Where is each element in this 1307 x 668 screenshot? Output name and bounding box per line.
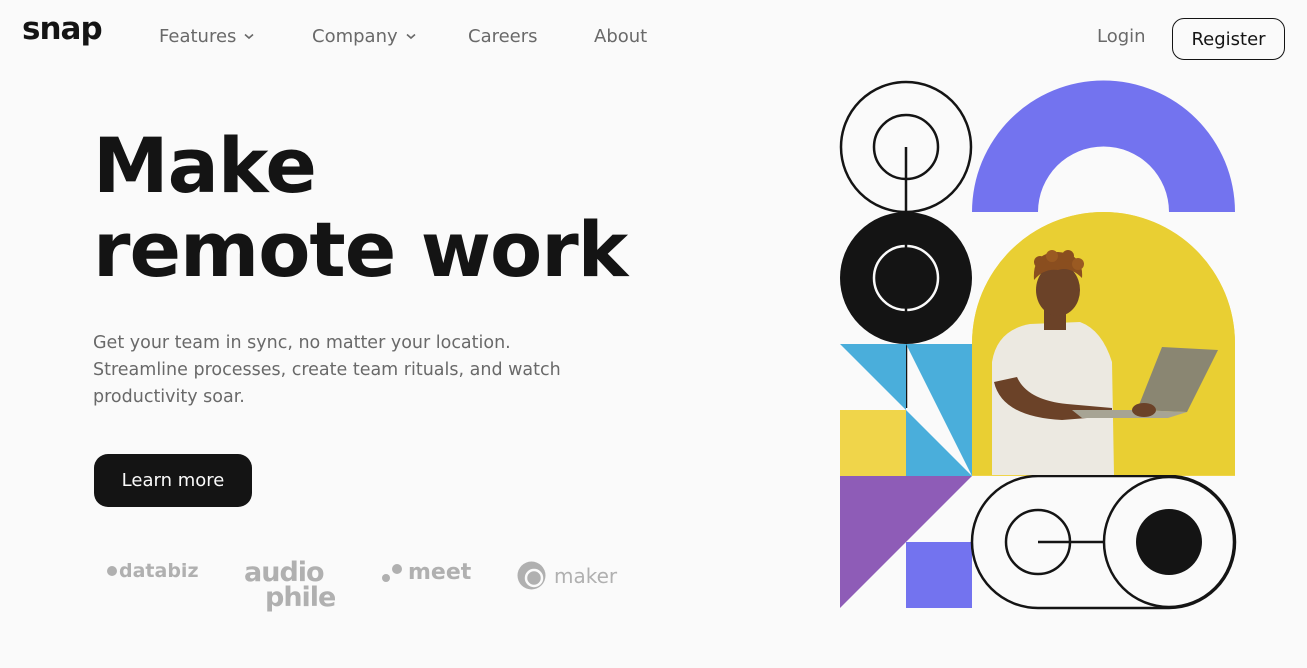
yellow-square-shape [840,410,906,476]
hair-lock [1072,258,1084,270]
nav-label-company: Company [312,26,398,47]
databiz-logo: databiz [107,560,199,582]
nav-label-features: Features [159,26,237,47]
audiophile-logo-text-bottom: phile [265,582,336,613]
register-button[interactable]: Register [1172,18,1285,60]
nav-item-company[interactable]: Company [312,26,416,47]
black-dot-shape [1136,509,1202,575]
hero-text-line2: Streamline processes, create team ritual… [93,360,561,380]
hair-lock [1034,256,1046,268]
indigo-square-shape [906,542,972,608]
audiophile-logo: audio phile [244,559,336,613]
chevron-down-icon [244,33,254,40]
blue-triangle-shape [840,344,906,410]
person-hand [1132,403,1156,417]
hero-description: Get your team in sync, no matter your lo… [93,330,593,411]
top-nav: snap Features Company Careers About Logi… [0,0,1307,76]
snap-logo[interactable]: snap [22,11,103,47]
maker-logo-text: maker [554,563,618,588]
nav-item-about[interactable]: About [594,26,647,47]
hair-lock [1062,250,1074,262]
hero-text-line3: productivity soar. [93,387,245,407]
login-link[interactable]: Login [1097,26,1146,47]
hero-text-line1: Get your team in sync, no matter your lo… [93,333,511,353]
maker-circle-icon [517,561,546,590]
meet-logo: meet [381,560,471,585]
learn-more-button[interactable]: Learn more [94,454,252,507]
nav-item-careers[interactable]: Careers [468,26,538,47]
hero-title: Make remote work [93,121,628,294]
maker-logo: maker [516,560,617,591]
nav-item-features[interactable]: Features [159,26,254,47]
hero-photo [972,212,1235,475]
hero-title-line1: Make [93,121,317,210]
hero-title-line2: remote work [93,205,628,294]
databiz-logo-text: databiz [119,560,199,582]
meet-logo-text: meet [408,560,472,585]
client-logos: databiz audio phile meet maker [0,550,660,620]
purple-arch-shape [972,80,1235,212]
hair-lock [1046,250,1058,262]
meet-dots-icon [382,563,402,582]
chevron-down-icon [406,33,416,40]
databiz-dot-icon [107,566,117,576]
